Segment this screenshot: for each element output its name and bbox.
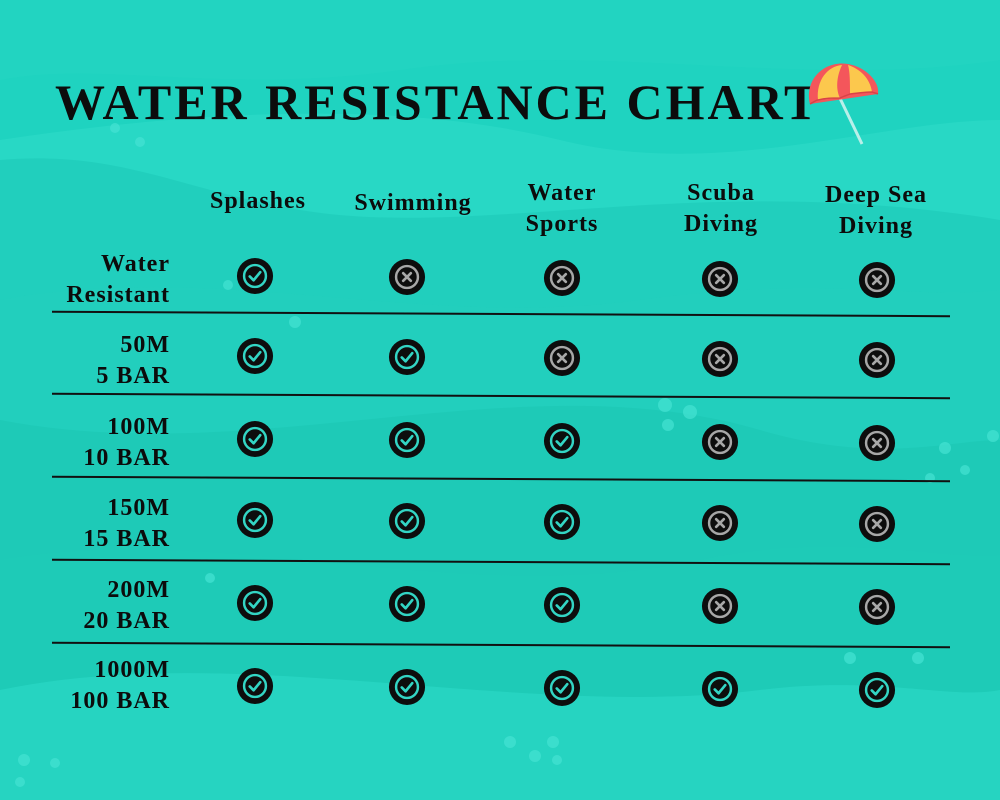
x-circle-icon <box>858 341 896 379</box>
column-header-deep-sea-diving: Deep Sea Diving <box>825 182 927 239</box>
row-label-100m: 100M 10 BAR <box>83 414 170 471</box>
x-circle-icon <box>701 340 739 378</box>
check-circle-icon <box>236 420 274 458</box>
check-circle-icon <box>701 670 739 708</box>
x-circle-icon <box>858 588 896 626</box>
beach-umbrella-icon <box>808 63 879 145</box>
page-title: WATER RESISTANCE CHART <box>55 74 821 130</box>
water-resistance-chart: WATER RESISTANCE CHART Splashes Swimming… <box>0 0 1000 800</box>
check-circle-icon <box>236 257 274 295</box>
x-circle-icon <box>543 259 581 297</box>
check-circle-icon <box>236 584 274 622</box>
check-circle-icon <box>388 421 426 459</box>
column-header-splashes: Splashes <box>209 188 307 214</box>
check-circle-icon <box>543 503 581 541</box>
check-circle-icon <box>388 338 426 376</box>
check-circle-icon <box>388 585 426 623</box>
x-circle-icon <box>701 423 739 461</box>
x-circle-icon <box>388 258 426 296</box>
column-header-swimming: Swimming <box>354 190 472 216</box>
check-circle-icon <box>543 586 581 624</box>
x-circle-icon <box>701 587 739 625</box>
x-circle-icon <box>701 260 739 298</box>
check-circle-icon <box>236 337 274 375</box>
column-header-scuba-diving: Scuba Diving <box>683 180 758 237</box>
check-circle-icon <box>388 668 426 706</box>
check-circle-icon <box>858 671 896 709</box>
x-circle-icon <box>858 505 896 543</box>
check-circle-icon <box>236 501 274 539</box>
row-label-1000m: 1000M 100 BAR <box>70 657 170 714</box>
check-circle-icon <box>543 669 581 707</box>
check-circle-icon <box>388 502 426 540</box>
x-circle-icon <box>858 261 896 299</box>
check-circle-icon <box>236 667 274 705</box>
check-circle-icon <box>543 422 581 460</box>
column-header-water-sports: Water Sports <box>525 180 599 237</box>
x-circle-icon <box>858 424 896 462</box>
row-label-water-resistant: Water Resistant <box>66 251 170 308</box>
row-label-50m: 50M 5 BAR <box>96 332 170 389</box>
row-label-150m: 150M 15 BAR <box>83 495 170 552</box>
x-circle-icon <box>701 504 739 542</box>
x-circle-icon <box>543 339 581 377</box>
row-label-200m: 200M 20 BAR <box>83 577 170 634</box>
